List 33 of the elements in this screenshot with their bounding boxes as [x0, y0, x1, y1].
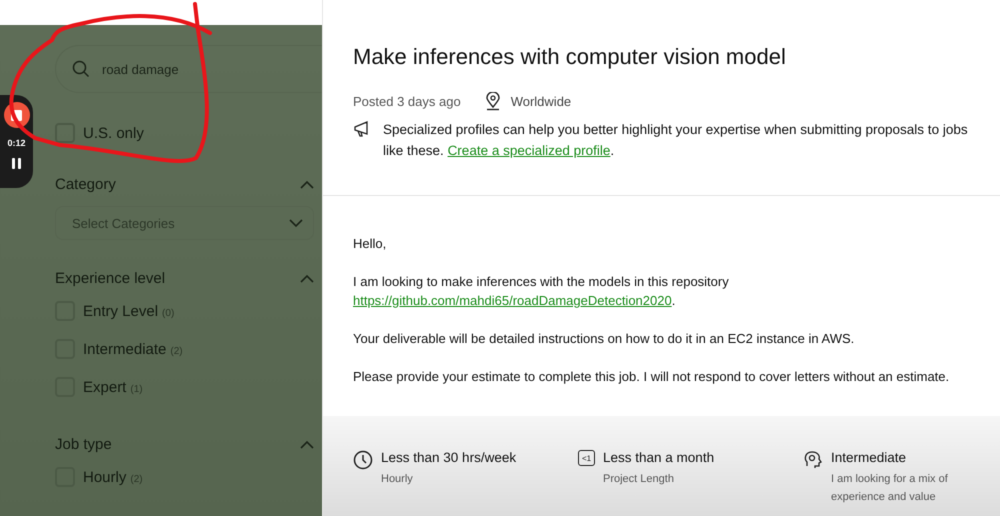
collapse-caret-icon[interactable]	[300, 440, 314, 448]
clock-icon	[353, 450, 373, 470]
description-paragraph: Please provide your estimate to complete this job. I will not respond to cover letters without an estimate.	[353, 368, 950, 386]
calendar-icon: <1	[578, 450, 595, 466]
job-title: Make inferences with computer vision model	[353, 44, 787, 70]
description-paragraph: Your deliverable will be detailed instructions on how to do it in an EC2 instance in AWS.	[353, 330, 856, 348]
recording-time: 0:12	[7, 138, 26, 148]
pause-icon[interactable]	[12, 158, 21, 169]
head-gear-icon	[803, 450, 823, 470]
section-title: Category	[55, 176, 116, 192]
search-field[interactable]: road damage	[55, 45, 322, 93]
repository-link[interactable]: https://github.com/mahdi65/roadDamageDetection2020	[353, 293, 672, 308]
feature-title: Less than 30 hrs/week	[381, 450, 518, 465]
posted-time: Posted 3 days ago	[353, 94, 461, 109]
collapse-caret-icon[interactable]	[300, 274, 314, 282]
feature-subtitle: Hourly	[381, 472, 414, 487]
feature-subtitle: Project Length	[603, 472, 675, 487]
location-text: Worldwide	[510, 94, 572, 109]
feature-title: Less than a month	[603, 450, 716, 465]
location-pin-icon	[484, 92, 501, 111]
dropdown-caret-icon[interactable]	[289, 218, 303, 228]
checkbox-label: U.S. only	[83, 124, 144, 142]
tip-text: Specialized profiles can help you better highlight your expertise when submitting proposals to jobs like these. Create a specialized profile.	[383, 121, 969, 160]
feature-subtitle: I am looking for a mix of experience and value	[831, 472, 949, 505]
collapse-caret-icon[interactable]	[300, 180, 314, 188]
section-title: Experience level	[55, 270, 166, 286]
search-icon	[72, 60, 90, 78]
specialized-profile-link[interactable]: Create a specialized profile	[448, 143, 610, 158]
section-title: Job type	[55, 436, 112, 452]
checkbox[interactable]	[55, 123, 75, 143]
feature-title: Intermediate	[831, 450, 908, 465]
description-paragraph: I am looking to make inferences with the models in this repository https://github.com/mahdi65/roadDamageDetection2020.	[353, 273, 730, 310]
description-paragraph: Hello,	[353, 235, 388, 253]
